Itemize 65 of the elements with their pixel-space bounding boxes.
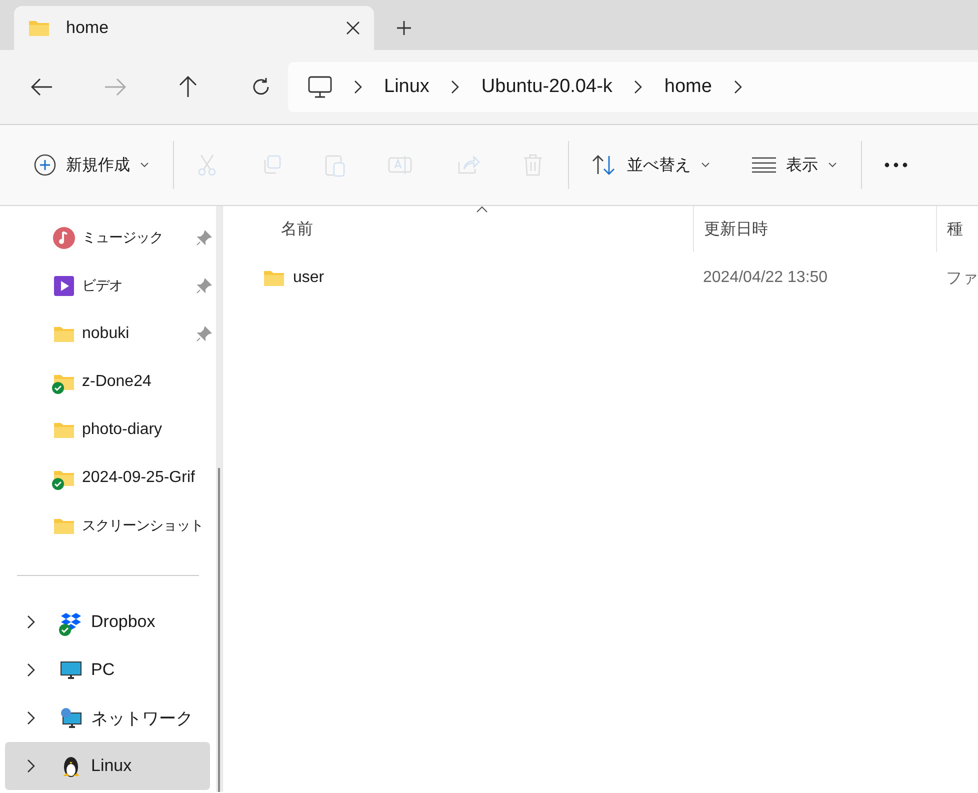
chevron-right-icon	[634, 80, 642, 94]
window-tab[interactable]: home	[14, 6, 374, 50]
quick-access-item[interactable]: photo-diary	[0, 406, 216, 454]
caret-icon	[828, 162, 837, 168]
address-bar[interactable]: Linux Ubuntu-20.04-k home	[288, 62, 978, 112]
file-name[interactable]: user	[293, 269, 324, 287]
expand-chevron-icon	[27, 759, 35, 773]
video-film-icon	[53, 275, 75, 297]
quick-access-item[interactable]: nobuki	[0, 310, 216, 358]
navigation-tree-item[interactable]: ネットワーク	[5, 694, 210, 742]
chevron-right-icon	[354, 80, 362, 94]
up-arrow-icon	[179, 76, 197, 98]
music-note-icon	[53, 227, 75, 249]
view-button[interactable]: 表示	[748, 143, 841, 187]
list-lines-icon	[752, 157, 776, 173]
quick-access-item[interactable]: z-Done24	[0, 358, 216, 406]
quick-access-item[interactable]: ミュージック	[0, 214, 216, 262]
new-button[interactable]: 新規作成	[30, 143, 153, 187]
navigation-tree-item[interactable]: Dropbox	[5, 598, 210, 646]
more-dots-icon	[884, 162, 908, 168]
column-header[interactable]: 種	[936, 206, 963, 252]
rename-icon	[388, 154, 414, 176]
share-icon	[456, 154, 480, 176]
refresh-icon	[251, 77, 271, 97]
sort-arrows-icon	[591, 154, 617, 176]
table-cell-text: 2024/04/22 13:50	[702, 269, 829, 287]
navigation-tree-item[interactable]: PC	[5, 646, 210, 694]
chevron-right-icon	[734, 80, 742, 94]
caret-icon	[701, 162, 710, 168]
folder-icon	[53, 325, 75, 343]
chevron-right-icon	[451, 80, 460, 94]
close-icon[interactable]	[346, 21, 360, 35]
clipboard-icon	[324, 153, 346, 177]
box-icon	[60, 611, 82, 633]
breadcrumb-item[interactable]: Ubuntu-20.04-k	[481, 76, 612, 98]
quick-access-item[interactable]: 2024-09-25-Grif	[0, 454, 216, 502]
monitor-icon	[60, 659, 82, 681]
breadcrumb-item[interactable]: home	[664, 76, 712, 98]
network-monitor-icon	[60, 707, 82, 729]
sort-button[interactable]: 並べ替え	[587, 143, 714, 187]
quick-access-item[interactable]: スクリーンショット	[0, 502, 216, 550]
expand-chevron-icon	[27, 711, 35, 725]
folder-icon	[53, 517, 75, 535]
plus-circle-icon	[34, 154, 56, 176]
new-tab-plus-icon[interactable]	[396, 20, 412, 36]
back-arrow-icon	[31, 78, 53, 96]
table-cell-text: ファ	[945, 268, 978, 288]
navigation-tree-item[interactable]: Linux	[5, 742, 210, 790]
sort-caret-icon	[476, 206, 488, 213]
column-header[interactable]: 名前	[233, 206, 693, 252]
forward-arrow-icon	[104, 78, 126, 96]
folder-icon	[263, 269, 285, 287]
folder-icon	[53, 421, 75, 439]
column-header[interactable]: 更新日時	[693, 206, 936, 252]
folder-icon	[28, 19, 50, 37]
expand-chevron-icon	[27, 663, 35, 677]
scissors-icon	[196, 153, 218, 177]
monitor-icon	[308, 76, 332, 98]
breadcrumb-item[interactable]: Linux	[384, 76, 430, 98]
scrollbar-thumb[interactable]	[218, 468, 220, 792]
scrollbar[interactable]	[216, 206, 223, 792]
trash-icon	[522, 153, 544, 177]
expand-chevron-icon	[27, 615, 35, 629]
caret-icon	[140, 162, 149, 168]
quick-access-item[interactable]: ビデオ	[0, 262, 216, 310]
